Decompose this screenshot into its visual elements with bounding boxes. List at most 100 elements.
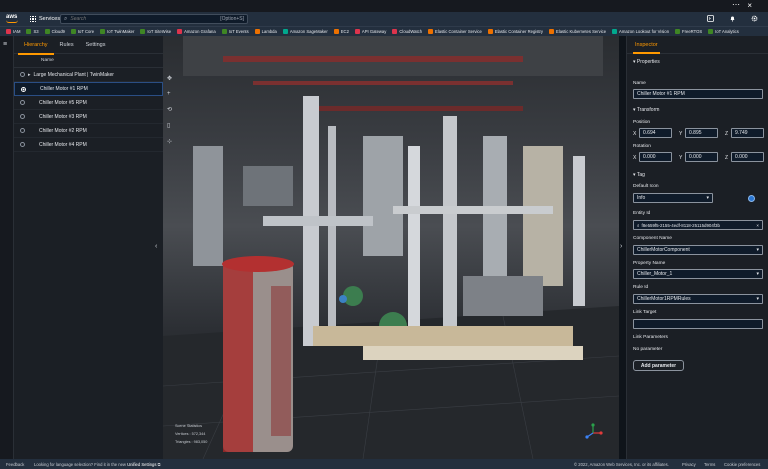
add-icon[interactable]: +	[167, 91, 172, 97]
favorite-label: IoT Core	[77, 29, 95, 34]
name-column-header[interactable]: Name	[14, 54, 163, 68]
hierarchy-item[interactable]: Chiller Motor #3 RPM	[14, 110, 163, 124]
cookie-preferences-link[interactable]: Cookie preferences	[724, 462, 760, 467]
tab-settings[interactable]: Settings	[80, 38, 112, 52]
favorite-item[interactable]: IAM	[6, 29, 20, 34]
favorite-item[interactable]: CloudWatch	[392, 29, 422, 34]
delete-icon[interactable]: ▯	[167, 122, 172, 129]
favorite-label: API Gateway	[361, 29, 387, 34]
favorite-label: Elastic Container Service	[435, 29, 482, 34]
position-z-field[interactable]: 9.749	[731, 128, 764, 138]
property-name-select[interactable]: Chiller_Motor_1 ▾	[633, 269, 763, 279]
chevron-down-icon: ▾	[756, 247, 759, 253]
privacy-link[interactable]: Privacy	[682, 462, 696, 467]
transform-section-header[interactable]: ▾ Transform	[627, 102, 757, 116]
hierarchy-item-label: Large Mechanical Plant | TwinMaker	[33, 71, 114, 78]
favorite-item[interactable]: API Gateway	[354, 29, 387, 34]
favorite-item[interactable]: IoT Analytics	[708, 29, 739, 34]
rotation-z-field[interactable]: 0.000	[731, 152, 764, 162]
target-icon[interactable]: ⊹	[167, 138, 172, 145]
favorite-item[interactable]: Amazon Lookout for Vision	[612, 29, 669, 34]
position-x-field[interactable]: 0.694	[639, 128, 672, 138]
radio-button[interactable]	[20, 128, 25, 133]
services-menu-button[interactable]: Services	[30, 14, 60, 24]
tab-inspector[interactable]: Inspector	[627, 36, 768, 54]
hierarchy-item[interactable]: Chiller Motor #1 RPM	[14, 82, 163, 96]
hierarchy-list: ▸ Large Mechanical Plant | TwinMaker Chill…	[14, 68, 163, 152]
favorite-label: Cloud9	[51, 29, 65, 34]
tag-section-header[interactable]: ▾ Tag	[627, 167, 757, 181]
terms-link[interactable]: Terms	[704, 462, 715, 467]
favorite-item[interactable]: IoT Core	[70, 29, 95, 34]
name-field[interactable]: Chiller Motor #1 RPM	[633, 89, 763, 99]
tab-hierarchy[interactable]: Hierarchy	[18, 38, 54, 55]
hierarchy-item[interactable]: Chiller Motor #2 RPM	[14, 124, 163, 138]
favorite-item[interactable]: Elastic Kubernetes Service	[549, 29, 606, 34]
entity-id-label: Entity Id	[633, 211, 651, 216]
favorite-item[interactable]: Elastic Container Registry	[487, 29, 543, 34]
language-note-text: Looking for language selection? Find it …	[34, 462, 126, 467]
expand-caret-icon[interactable]: ▸	[28, 72, 31, 78]
search-input[interactable]	[70, 16, 221, 22]
favorite-item[interactable]: EC2	[333, 29, 349, 34]
favorite-item[interactable]: IoT Events	[221, 29, 249, 34]
favorite-item[interactable]: Elastic Container Service	[428, 29, 482, 34]
radio-button[interactable]	[20, 72, 25, 77]
favorite-item[interactable]: Lambda	[254, 29, 277, 34]
entity-id-field[interactable]: ⌕ f8e559f5-2155-4edf-8118-25115d904f3b ×	[633, 220, 763, 230]
clear-icon[interactable]: ×	[756, 223, 759, 228]
top-nav: × ⋯	[0, 0, 768, 12]
close-icon[interactable]: ×	[747, 1, 752, 10]
scene-viewport[interactable]	[163, 36, 619, 459]
chevron-down-icon: ▾	[756, 296, 759, 302]
move-icon[interactable]: ✥	[167, 75, 172, 82]
service-icon	[333, 29, 339, 34]
rule-id-select[interactable]: ChillerMotor1RPMRules ▾	[633, 294, 763, 304]
cloudshell-icon[interactable]	[706, 14, 714, 22]
hierarchy-item-label: Chiller Motor #3 RPM	[39, 113, 87, 120]
favorite-item[interactable]: S3	[26, 29, 39, 34]
link-target-field[interactable]	[633, 319, 763, 329]
transform-header-label: Transform	[636, 107, 660, 113]
info-icon	[748, 195, 755, 202]
aws-logo[interactable]: aws	[6, 14, 20, 24]
settings-icon[interactable]	[750, 14, 758, 22]
entity-id-value: f8e559f5-2155-4edf-8118-25115d904f3b	[641, 222, 720, 228]
unified-settings-link[interactable]: Unified Settings	[127, 462, 156, 467]
component-name-select[interactable]: ChillerMotorComponent ▾	[633, 245, 763, 255]
tag-header-label: Tag	[636, 172, 645, 178]
favorite-item[interactable]: Amazon SageMaker	[282, 29, 328, 34]
favorite-item[interactable]: FreeRTOS	[675, 29, 702, 34]
search-box[interactable]: ⌕ [Option+S]	[60, 14, 248, 24]
favorite-item[interactable]: Cloud9	[44, 29, 65, 34]
collapse-left-icon[interactable]: ‹	[155, 243, 157, 250]
hamburger-icon[interactable]: ≡	[3, 41, 7, 48]
favorite-item[interactable]: Amazon Grafana	[177, 29, 216, 34]
service-icon	[708, 29, 714, 34]
hierarchy-item[interactable]: Chiller Motor #5 RPM	[14, 96, 163, 110]
bell-icon[interactable]	[728, 14, 736, 22]
collapse-right-icon[interactable]: ›	[620, 243, 622, 250]
add-parameter-button[interactable]: Add parameter	[633, 360, 684, 371]
copyright-text: © 2022, Amazon Web Services, Inc. or its…	[574, 462, 669, 467]
rotation-y-field[interactable]: 0.000	[685, 152, 718, 162]
favorite-item[interactable]: IoT SiteWise	[140, 29, 171, 34]
tab-rules[interactable]: Rules	[54, 38, 80, 52]
radio-button[interactable]	[20, 100, 25, 105]
radio-button[interactable]	[20, 142, 25, 147]
favorite-label: IoT Analytics	[715, 29, 739, 34]
hierarchy-item[interactable]: ▸ Large Mechanical Plant | TwinMaker	[14, 68, 163, 82]
properties-section-header[interactable]: ▾ Properties	[627, 54, 768, 68]
default-icon-select[interactable]: Info ▾	[633, 193, 713, 203]
favorite-item[interactable]: IoT TwinMaker	[100, 29, 134, 34]
rotation-x-field[interactable]: 0.000	[639, 152, 672, 162]
hierarchy-item[interactable]: Chiller Motor #4 RPM	[14, 138, 163, 152]
feedback-link[interactable]: Feedback	[6, 462, 24, 467]
radio-button[interactable]	[21, 86, 26, 92]
position-y-field[interactable]: 0.895	[685, 128, 718, 138]
service-icon	[675, 29, 681, 34]
properties-header-label: Properties	[636, 59, 660, 65]
radio-button[interactable]	[20, 114, 25, 119]
rotate-icon[interactable]: ⟲	[167, 106, 172, 113]
more-icon[interactable]: ⋯	[732, 0, 740, 9]
